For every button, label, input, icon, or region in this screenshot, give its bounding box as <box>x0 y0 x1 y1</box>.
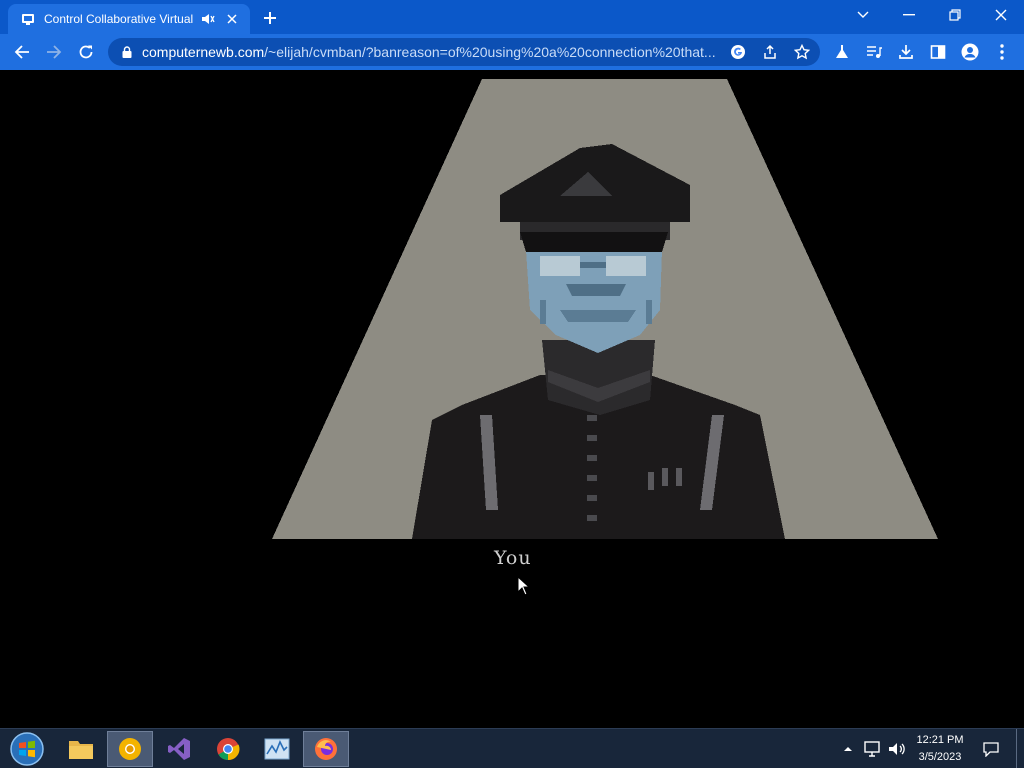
reload-button[interactable] <box>72 38 100 66</box>
chrome-button[interactable] <box>205 731 251 767</box>
clock-date: 3/5/2023 <box>918 751 962 763</box>
chevron-down-icon <box>857 11 869 18</box>
chrome-icon <box>217 738 240 761</box>
mouse-cursor-icon <box>517 576 531 596</box>
restore-icon <box>949 9 961 21</box>
taskbar: 12:21 PM 3/5/2023 <box>0 728 1024 768</box>
file-explorer-button[interactable] <box>58 731 104 767</box>
ban-guard-illustration <box>272 79 938 539</box>
screen: Control Collaborative Virtual Machine <box>0 0 1024 768</box>
media-icon[interactable] <box>864 42 884 62</box>
notification-icon <box>983 742 999 757</box>
network-icon <box>864 741 880 757</box>
browser-toolbar: computernewb.com/~elijah/cvmban/?banreas… <box>0 34 1024 70</box>
url-host: computernewb.com <box>142 44 265 60</box>
cvm-favicon-icon <box>20 11 36 27</box>
minimize-icon <box>903 14 915 16</box>
chrome-canary-button[interactable] <box>107 731 153 767</box>
restore-button[interactable] <box>932 0 978 30</box>
browser-tab-strip: Control Collaborative Virtual Machine <box>0 0 1024 34</box>
caption-text: You <box>494 547 532 569</box>
menu-icon[interactable] <box>992 42 1012 62</box>
google-icon[interactable] <box>728 42 748 62</box>
clock-time: 12:21 PM <box>916 734 964 746</box>
firefox-icon <box>315 738 337 760</box>
start-button[interactable] <box>4 731 50 767</box>
network-button[interactable] <box>862 729 884 768</box>
volume-button[interactable] <box>886 729 908 768</box>
resource-monitor-button[interactable] <box>254 731 300 767</box>
tab-audio-muted-icon[interactable] <box>200 11 216 27</box>
back-button[interactable] <box>8 38 36 66</box>
close-window-button[interactable] <box>978 0 1024 30</box>
system-clock[interactable]: 12:21 PM 3/5/2023 <box>906 732 974 766</box>
profile-icon[interactable] <box>960 42 980 62</box>
resource-monitor-icon <box>264 738 290 760</box>
chrome-canary-icon <box>119 738 141 760</box>
firefox-button[interactable] <box>303 731 349 767</box>
lock-icon[interactable] <box>120 45 134 59</box>
close-icon <box>995 9 1007 21</box>
chevron-up-icon <box>844 747 852 751</box>
plus-icon <box>264 12 276 24</box>
forward-icon <box>47 45 62 59</box>
reload-icon <box>79 45 93 59</box>
volume-icon <box>889 743 905 755</box>
tab-search-button[interactable] <box>840 0 886 30</box>
show-desktop-button[interactable] <box>1016 729 1022 768</box>
minimize-button[interactable] <box>886 0 932 30</box>
url-path: /~elijah/cvmban/?banreason=of%20using%20… <box>264 44 716 60</box>
url-text[interactable]: computernewb.com/~elijah/cvmban/?banreas… <box>142 44 717 60</box>
tab-title: Control Collaborative Virtual Machine <box>44 12 194 26</box>
address-bar[interactable]: computernewb.com/~elijah/cvmban/?banreas… <box>108 38 820 66</box>
star-icon[interactable] <box>792 42 812 62</box>
visual-studio-icon <box>168 738 190 760</box>
download-icon[interactable] <box>896 42 916 62</box>
back-icon <box>14 45 29 59</box>
browser-tab[interactable]: Control Collaborative Virtual Machine <box>8 4 250 34</box>
notifications-button[interactable] <box>980 729 1002 768</box>
cap-visor <box>520 232 668 252</box>
folder-icon <box>69 741 93 759</box>
share-icon[interactable] <box>760 42 780 62</box>
windows-orb-icon <box>10 732 44 766</box>
forward-button[interactable] <box>40 38 68 66</box>
new-tab-button[interactable] <box>258 6 282 30</box>
tab-close-icon[interactable] <box>224 11 240 27</box>
visual-studio-button[interactable] <box>156 731 202 767</box>
page-content: You <box>0 70 1024 728</box>
labs-icon[interactable] <box>832 42 852 62</box>
show-hidden-icons-button[interactable] <box>840 729 856 768</box>
sidepanel-icon[interactable] <box>928 42 948 62</box>
